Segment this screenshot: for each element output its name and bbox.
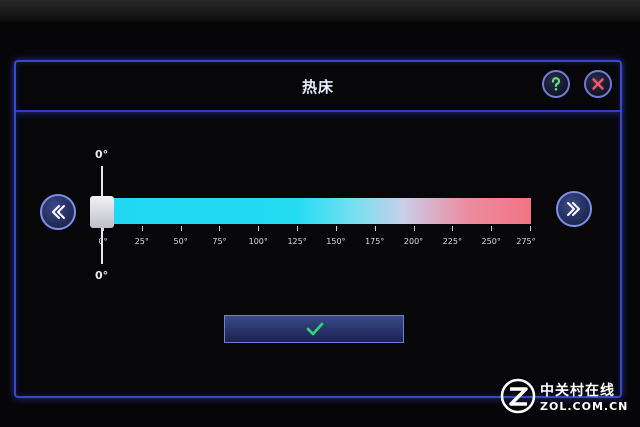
double-chevron-left-icon (52, 205, 65, 219)
dialog-title: 热床 (301, 78, 334, 96)
watermark-english: ZOL.COM.CN (540, 400, 629, 413)
scale-tick (374, 226, 376, 231)
zol-logo-icon (500, 378, 536, 414)
temperature-gradient-bar[interactable] (103, 198, 531, 224)
scale-tick-label: 275° (516, 237, 536, 246)
scale-tick (335, 226, 337, 231)
scale-tick-label: 100° (248, 237, 268, 246)
scale-tick-label: 125° (287, 237, 307, 246)
close-button[interactable] (584, 70, 612, 98)
scale-tick-label: 250° (481, 237, 501, 246)
scale-tick-label: 50° (173, 237, 188, 246)
scale-tick-label: 25° (134, 237, 149, 246)
checkmark-icon (306, 322, 324, 336)
scale-tick-label: 225° (442, 237, 462, 246)
scale-tick-label: 175° (365, 237, 385, 246)
scale-tick-label: 150° (326, 237, 346, 246)
confirm-button[interactable] (224, 315, 404, 343)
scale-tick (530, 226, 531, 231)
current-temperature-value: 0° (95, 269, 109, 282)
double-chevron-right-icon (567, 202, 580, 216)
scale-tick (219, 226, 221, 231)
previous-button[interactable] (40, 194, 76, 230)
target-temperature-value: 0° (95, 148, 109, 161)
question-icon (551, 77, 561, 91)
monitor-bezel (0, 0, 640, 22)
scale-tick (141, 226, 143, 231)
scale-tick (452, 226, 454, 231)
scale-tick-label: 75° (212, 237, 227, 246)
scale-tick (258, 226, 260, 231)
close-icon (592, 78, 604, 90)
scale-tick (491, 226, 493, 231)
help-button[interactable] (542, 70, 570, 98)
scale-tick-label: 0° (98, 237, 108, 246)
scale-tick (297, 226, 299, 231)
scale-tick (413, 226, 415, 231)
scale-tick (180, 226, 182, 231)
temperature-scale (103, 226, 531, 236)
next-button[interactable] (556, 191, 592, 227)
dialog-title-bar: 热床 (16, 62, 620, 112)
temperature-slider-handle[interactable] (90, 196, 114, 228)
watermark-chinese: 中关村在线 (540, 383, 615, 399)
scale-tick-label: 200° (403, 237, 424, 246)
